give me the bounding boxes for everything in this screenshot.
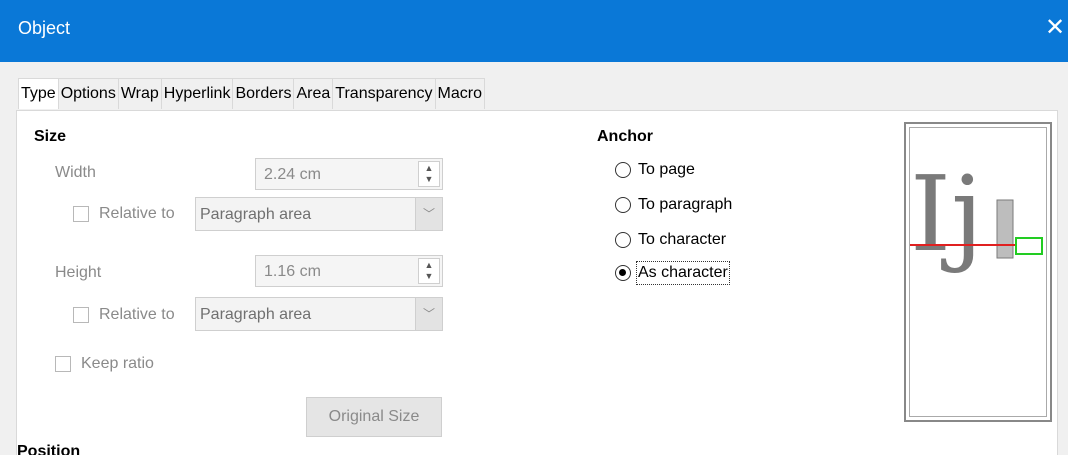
- width-value: 2.24 cm: [264, 166, 321, 183]
- dialog-body: Type Options Wrap Hyperlink Borders Area…: [0, 62, 1068, 455]
- anchor-to-page-label: To page: [638, 161, 695, 178]
- size-section-title: Size: [34, 128, 67, 145]
- keep-ratio-label: Keep ratio: [81, 355, 154, 372]
- preview-illustration: Ij: [910, 153, 1043, 275]
- tab-options[interactable]: Options: [57, 78, 119, 109]
- tab-borders[interactable]: Borders: [232, 78, 295, 109]
- width-spinbox[interactable]: 2.24 cm ▲ ▼: [255, 158, 443, 190]
- anchor-preview: Ij: [904, 122, 1052, 422]
- tab-transparency[interactable]: Transparency: [332, 78, 436, 109]
- width-relative-checkbox[interactable]: [73, 206, 89, 222]
- width-spin-arrows-icon[interactable]: ▲ ▼: [418, 161, 440, 187]
- anchor-section-title: Anchor: [597, 128, 653, 145]
- radio-icon[interactable]: [615, 162, 631, 178]
- width-relative-label: Relative to: [99, 205, 175, 222]
- chevron-down-icon[interactable]: ﹀: [415, 198, 442, 230]
- height-spinbox[interactable]: 1.16 cm ▲ ▼: [255, 255, 443, 287]
- width-label: Width: [55, 164, 96, 181]
- width-relative-combo[interactable]: Paragraph area ﹀: [195, 197, 443, 231]
- position-section-title: Position: [17, 443, 81, 455]
- preview-letters: Ij: [910, 153, 983, 275]
- anchor-to-paragraph[interactable]: To paragraph: [615, 194, 732, 216]
- anchor-as-character-label: As character: [636, 261, 730, 285]
- preview-green-frame: [1015, 237, 1043, 255]
- anchor-to-paragraph-label: To paragraph: [638, 196, 733, 213]
- keep-ratio-checkbox[interactable]: [55, 356, 71, 372]
- original-size-button[interactable]: Original Size: [306, 397, 442, 437]
- height-relative-combo[interactable]: Paragraph area ﹀: [195, 297, 443, 331]
- chevron-down-icon[interactable]: ﹀: [415, 298, 442, 330]
- anchor-to-page[interactable]: To page: [615, 159, 695, 181]
- height-relative-value: Paragraph area: [200, 306, 312, 323]
- dialog-title: Object: [18, 18, 71, 38]
- title-bar: Object ✕: [0, 0, 1068, 62]
- height-relative-label: Relative to: [99, 306, 175, 323]
- object-dialog: Object ✕ Type Options Wrap Hyperlink Bor…: [0, 0, 1068, 455]
- type-panel: Size Width 2.24 cm ▲ ▼ Relative to Paragr…: [16, 110, 1058, 455]
- height-spin-arrows-icon[interactable]: ▲ ▼: [418, 258, 440, 284]
- radio-checked-icon[interactable]: [615, 265, 631, 281]
- tab-hyperlink[interactable]: Hyperlink: [160, 78, 234, 109]
- height-label: Height: [55, 264, 102, 281]
- tab-wrap[interactable]: Wrap: [117, 78, 162, 109]
- close-icon[interactable]: ✕: [1041, 14, 1068, 42]
- height-relative-checkbox[interactable]: [73, 307, 89, 323]
- anchor-to-character[interactable]: To character: [615, 229, 726, 251]
- height-value: 1.16 cm: [264, 263, 321, 280]
- anchor-to-character-label: To character: [638, 231, 727, 248]
- tab-strip: Type Options Wrap Hyperlink Borders Area…: [18, 78, 485, 110]
- radio-icon[interactable]: [615, 197, 631, 213]
- tab-type[interactable]: Type: [18, 78, 59, 109]
- anchor-as-character[interactable]: As character: [615, 261, 730, 285]
- tab-area[interactable]: Area: [293, 78, 334, 109]
- tab-macro[interactable]: Macro: [434, 78, 485, 109]
- width-relative-value: Paragraph area: [200, 206, 312, 223]
- radio-icon[interactable]: [615, 232, 631, 248]
- preview-object-box: [996, 199, 1014, 259]
